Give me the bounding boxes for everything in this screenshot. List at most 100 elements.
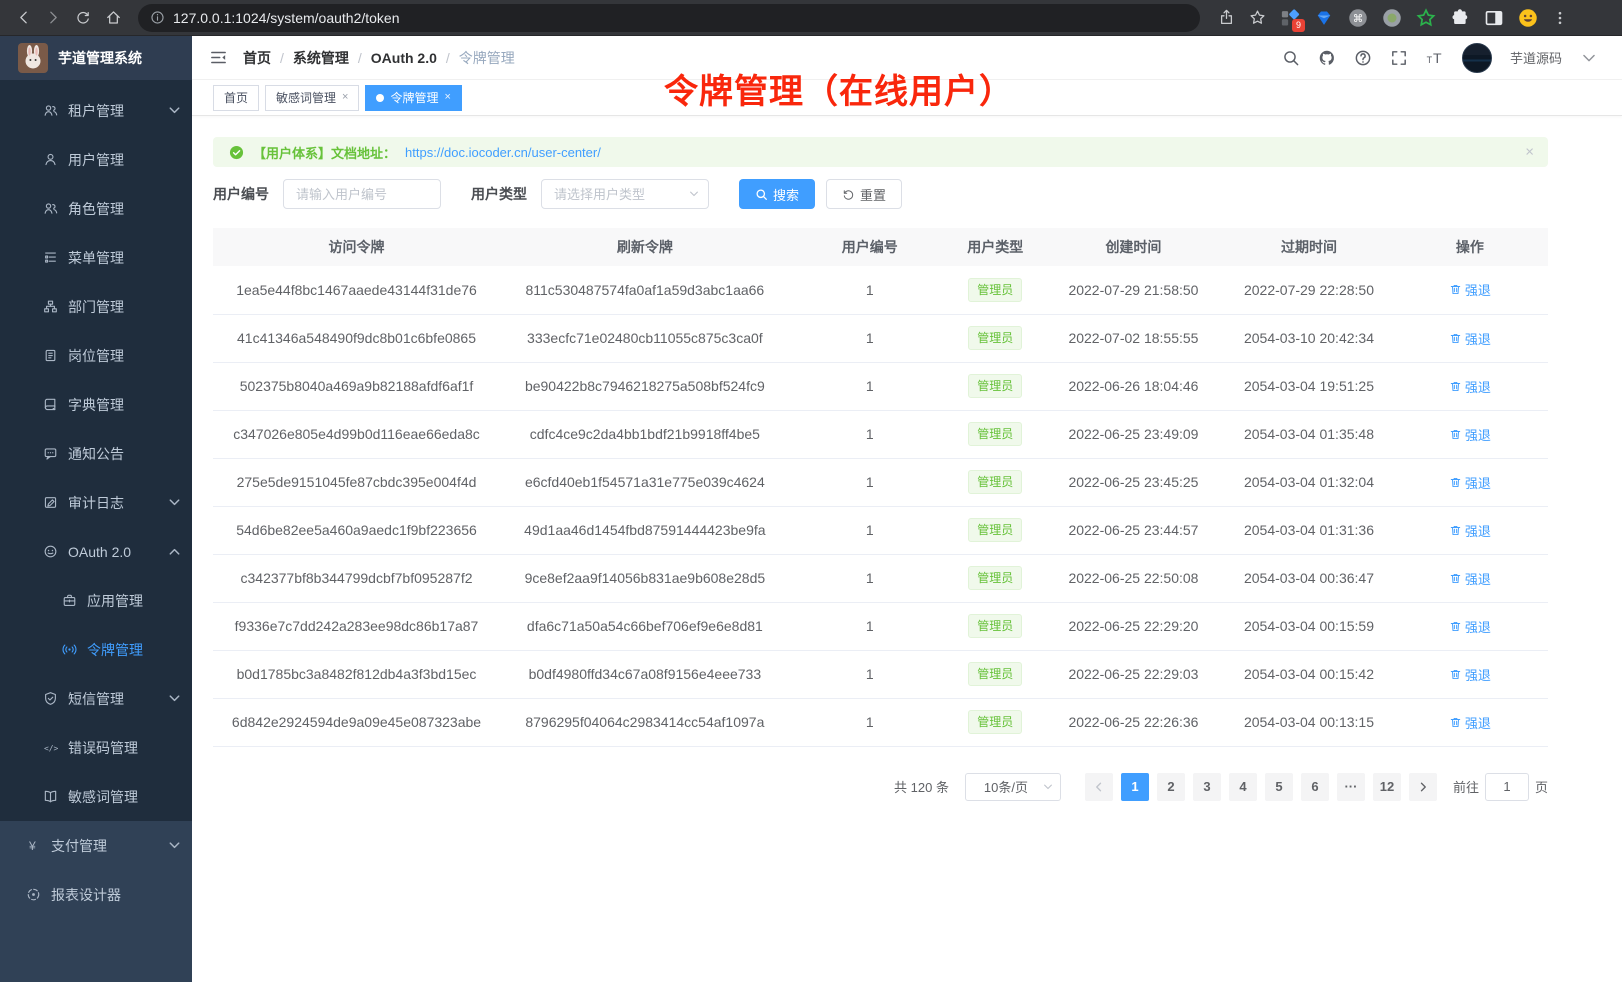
goto-label: 前往 xyxy=(1453,777,1479,796)
sidebar-item-role[interactable]: 角色管理 xyxy=(0,184,192,233)
sidebar-item-oauth[interactable]: OAuth 2.0 xyxy=(0,527,192,576)
user-type-select[interactable] xyxy=(541,179,709,209)
page-button-4[interactable]: 4 xyxy=(1229,773,1257,801)
sidebar-item-report[interactable]: 报表设计器 xyxy=(0,870,192,919)
svg-text:¥: ¥ xyxy=(28,839,36,853)
chevron-left-icon xyxy=(1093,781,1105,793)
tab-敏感词管理[interactable]: 敏感词管理 × xyxy=(265,85,359,111)
user-type-tag: 管理员 xyxy=(968,326,1022,350)
trash-icon xyxy=(1449,283,1462,296)
browser-forward-button[interactable] xyxy=(40,5,66,31)
browser-menu-icon[interactable] xyxy=(1552,10,1568,26)
sidebar-item-notice[interactable]: 通知公告 xyxy=(0,429,192,478)
sidebar-collapse-button[interactable] xyxy=(209,48,228,67)
sidebar-item-dict[interactable]: 字典管理 xyxy=(0,380,192,429)
profile-avatar-icon[interactable] xyxy=(1518,8,1538,28)
side-panel-icon[interactable] xyxy=(1484,8,1504,28)
app-logo[interactable]: 芋道管理系统 xyxy=(0,36,192,80)
browser-back-button[interactable] xyxy=(10,5,36,31)
user-id-input[interactable] xyxy=(283,179,441,209)
command-extension-icon[interactable]: ⌘ xyxy=(1348,8,1368,28)
extensions-puzzle-icon[interactable] xyxy=(1450,8,1470,28)
font-size-icon[interactable]: TT xyxy=(1426,49,1444,67)
sidebar-item-token[interactable]: 令牌管理 xyxy=(0,625,192,674)
next-page-button[interactable] xyxy=(1409,773,1437,801)
force-logout-button[interactable]: 强退 xyxy=(1449,473,1491,492)
help-icon[interactable] xyxy=(1354,49,1372,67)
force-logout-button[interactable]: 强退 xyxy=(1449,329,1491,348)
force-logout-button[interactable]: 强退 xyxy=(1449,617,1491,636)
menu-icon xyxy=(43,250,58,265)
reset-button[interactable]: 重置 xyxy=(826,179,902,209)
pinned-extension-icon[interactable]: 9 xyxy=(1280,8,1300,28)
access-token-cell: 1ea5e44f8bc1467aaede43144f31de76 xyxy=(213,266,500,314)
page-size-select[interactable] xyxy=(965,773,1061,801)
user-avatar[interactable] xyxy=(1462,43,1492,73)
fullscreen-icon[interactable] xyxy=(1390,49,1408,67)
user-caret-down-icon[interactable] xyxy=(1580,49,1598,67)
force-logout-button[interactable]: 强退 xyxy=(1449,425,1491,444)
force-logout-button[interactable]: 强退 xyxy=(1449,521,1491,540)
bookmark-star-icon[interactable] xyxy=(1249,9,1266,26)
record-extension-icon[interactable] xyxy=(1382,8,1402,28)
sidebar-item-label: OAuth 2.0 xyxy=(68,544,131,560)
sidebar-item-post[interactable]: 岗位管理 xyxy=(0,331,192,380)
sidebar-item-menu[interactable]: 菜单管理 xyxy=(0,233,192,282)
page-button-2[interactable]: 2 xyxy=(1157,773,1185,801)
token-icon xyxy=(62,642,77,657)
sidebar-item-app[interactable]: 应用管理 xyxy=(0,576,192,625)
force-logout-button[interactable]: 强退 xyxy=(1449,280,1491,299)
sidebar-item-dept[interactable]: 部门管理 xyxy=(0,282,192,331)
address-bar[interactable]: 127.0.0.1:1024/system/oauth2/token xyxy=(138,4,1200,32)
sidebar-item-tenant[interactable]: 租户管理 xyxy=(0,86,192,135)
force-logout-button[interactable]: 强退 xyxy=(1449,377,1491,396)
doc-link[interactable]: https://doc.iocoder.cn/user-center/ xyxy=(405,145,601,160)
star-extension-icon[interactable] xyxy=(1416,8,1436,28)
page-button-12[interactable]: 12 xyxy=(1373,773,1401,801)
share-icon[interactable] xyxy=(1218,9,1235,26)
tab-close-icon[interactable]: × xyxy=(342,92,348,103)
github-icon[interactable] xyxy=(1318,49,1336,67)
refresh-token-cell: 811c530487574fa0af1a59d3abc1aa66 xyxy=(500,266,790,314)
breadcrumb-item[interactable]: OAuth 2.0 xyxy=(371,50,437,66)
force-logout-button[interactable]: 强退 xyxy=(1449,569,1491,588)
sidebar-item-sms[interactable]: 短信管理 xyxy=(0,674,192,723)
tab-首页[interactable]: 首页 xyxy=(213,85,259,111)
user-type-tag: 管理员 xyxy=(968,710,1022,734)
sidebar-item-audit[interactable]: 审计日志 xyxy=(0,478,192,527)
page-button-1[interactable]: 1 xyxy=(1121,773,1149,801)
user-name[interactable]: 芋道源码 xyxy=(1510,48,1562,67)
force-logout-button[interactable]: 强退 xyxy=(1449,713,1491,732)
sidebar-item-errcode[interactable]: </> 错误码管理 xyxy=(0,723,192,772)
page-button-5[interactable]: 5 xyxy=(1265,773,1293,801)
force-logout-button[interactable]: 强退 xyxy=(1449,665,1491,684)
goto-page-input[interactable] xyxy=(1485,773,1529,801)
breadcrumb-item[interactable]: 系统管理 xyxy=(293,48,349,68)
prev-page-button[interactable] xyxy=(1085,773,1113,801)
search-icon[interactable] xyxy=(1282,49,1300,67)
tab-close-icon[interactable]: × xyxy=(444,92,450,103)
search-button[interactable]: 搜索 xyxy=(739,179,815,209)
gem-extension-icon[interactable] xyxy=(1314,8,1334,28)
sidebar-item-pay[interactable]: ¥ 支付管理 xyxy=(0,821,192,870)
svg-text:T: T xyxy=(1433,50,1442,66)
action-cell: 强退 xyxy=(1392,650,1548,698)
page-button-3[interactable]: 3 xyxy=(1193,773,1221,801)
token-table: 访问令牌刷新令牌用户编号用户类型创建时间过期时间操作 1ea5e44f8bc14… xyxy=(213,228,1548,747)
page-button-6[interactable]: 6 xyxy=(1301,773,1329,801)
user-type-cell: 管理员 xyxy=(950,410,1041,458)
alert-close-icon[interactable]: × xyxy=(1525,145,1534,160)
tab-令牌管理[interactable]: 令牌管理 × xyxy=(365,85,461,111)
browser-reload-button[interactable] xyxy=(70,5,96,31)
browser-home-button[interactable] xyxy=(100,5,126,31)
table-row: 6d842e2924594de9a09e45e087323abe 8796295… xyxy=(213,698,1548,746)
column-header: 访问令牌 xyxy=(213,228,500,266)
access-token-cell: b0d1785bc3a8482f812db4a3f3bd15ec xyxy=(213,650,500,698)
sidebar-item-label: 岗位管理 xyxy=(68,346,124,366)
page-ellipsis[interactable]: ··· xyxy=(1337,773,1365,801)
sidebar-item-user[interactable]: 用户管理 xyxy=(0,135,192,184)
breadcrumb-item[interactable]: 首页 xyxy=(243,48,271,68)
sidebar-item-label: 报表设计器 xyxy=(51,885,121,905)
sidebar-item-label: 部门管理 xyxy=(68,297,124,317)
sidebar-item-sensitive[interactable]: 敏感词管理 xyxy=(0,772,192,821)
